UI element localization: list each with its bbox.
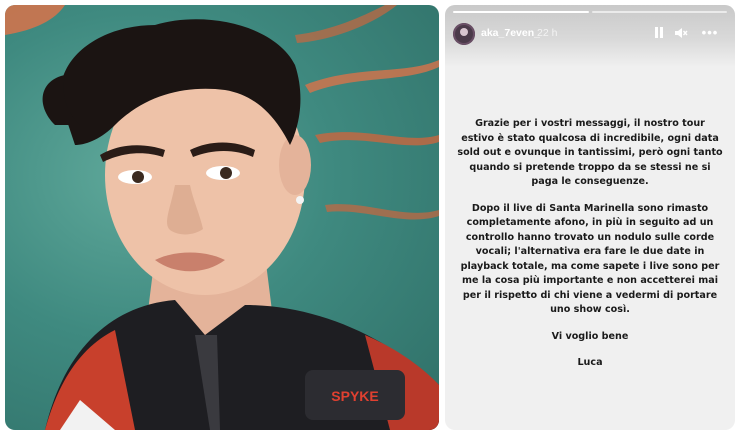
pause-icon[interactable]: [652, 26, 666, 40]
progress-segment: [591, 11, 727, 13]
story-timestamp: 22 h: [537, 27, 558, 39]
story-progress: [453, 11, 727, 13]
story-signature: Luca: [577, 357, 603, 368]
story-paragraph-2: Dopo il live di Santa Marinella sono rim…: [460, 202, 720, 316]
story-username[interactable]: aka_7even_: [481, 27, 540, 39]
speaker-muted-icon[interactable]: [674, 26, 688, 40]
story-message: Grazie per i vostri messaggi, il nostro …: [457, 117, 723, 383]
story-header: aka_7even_ 22 h •••: [445, 5, 735, 67]
jacket-logo: SPYKE: [331, 388, 378, 404]
avatar[interactable]: [453, 23, 475, 45]
instagram-story: aka_7even_ 22 h ••• Grazie per i vostri …: [445, 5, 735, 430]
portrait-photo: SPYKE: [5, 5, 439, 430]
story-greeting: Vi voglio bene: [551, 330, 629, 342]
story-paragraph-1: Grazie per i vostri messaggi, il nostro …: [457, 118, 723, 187]
progress-segment: [453, 11, 589, 13]
portrait-illustration: SPYKE: [5, 5, 439, 430]
more-dots-icon[interactable]: •••: [701, 26, 719, 40]
